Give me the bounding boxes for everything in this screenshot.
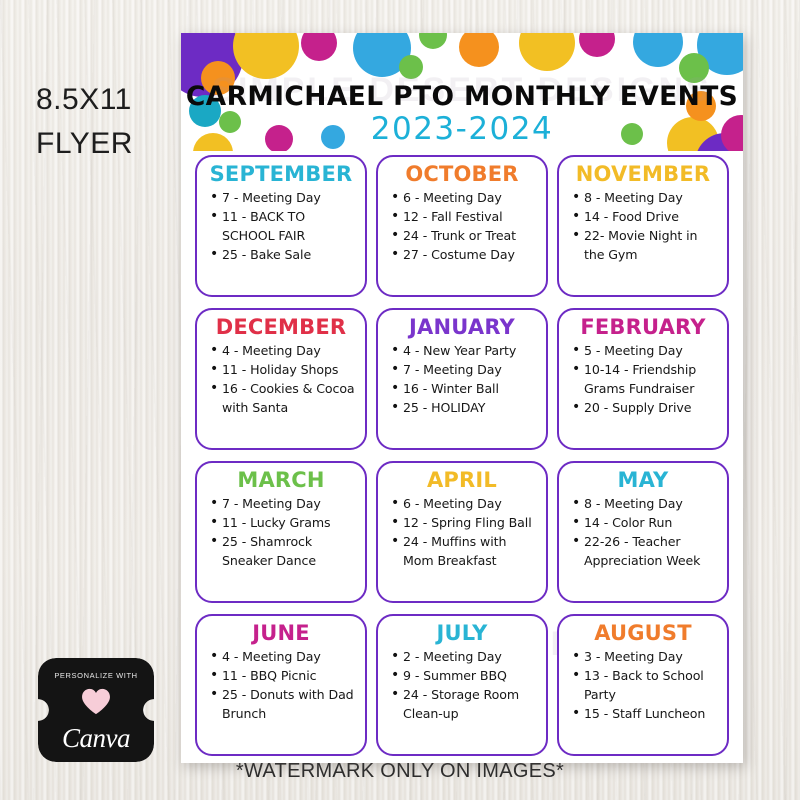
flyer-title: CARMICHAEL PTO MONTHLY EVENTS (185, 81, 739, 112)
month-event-item: 3 - Meeting Day (572, 646, 720, 667)
canva-brand-text: Canva (62, 723, 131, 753)
month-event-item: 5 - Meeting Day (572, 340, 720, 361)
month-event-item: 13 - Back to School Party (572, 665, 720, 704)
month-card-title: JULY (436, 621, 488, 645)
month-card: JULY2 - Meeting Day9 - Summer BBQ24 - St… (376, 614, 548, 756)
month-event-list: 4 - Meeting Day11 - BBQ Picnic25 - Donut… (202, 646, 360, 724)
month-card: JANUARY4 - New Year Party7 - Meeting Day… (376, 308, 548, 450)
month-event-item: 16 - Winter Ball (391, 378, 539, 399)
month-card-title: APRIL (426, 468, 497, 492)
month-event-item: 12 - Spring Fling Ball (391, 512, 539, 533)
confetti-dot (459, 33, 499, 67)
month-event-item: 22- Movie Night in the Gym (572, 225, 720, 264)
month-event-item: 11 - BACK TO SCHOOL FAIR (210, 206, 358, 245)
month-card-title: JANUARY (409, 315, 515, 339)
month-event-item: 8 - Meeting Day (572, 187, 720, 208)
canva-badge-top-text: PERSONALIZE WITH (54, 671, 138, 680)
flyer-sheet: SIMPLE DESERT DESIGNS SIMPLE DESERT DESI… (181, 33, 743, 763)
month-event-item: 7 - Meeting Day (210, 187, 358, 208)
month-event-item: 6 - Meeting Day (391, 187, 539, 208)
month-event-item: 11 - Lucky Grams (210, 512, 358, 533)
month-event-item: 15 - Staff Luncheon (572, 703, 720, 724)
confetti-dot (399, 55, 423, 79)
month-card: OCTOBER6 - Meeting Day12 - Fall Festival… (376, 155, 548, 297)
month-event-item: 4 - Meeting Day (210, 340, 358, 361)
confetti-dot (633, 33, 683, 67)
size-caption-line-1: 8.5X11 (36, 83, 132, 116)
month-event-item: 11 - Holiday Shops (210, 359, 358, 380)
month-card-title: MARCH (237, 468, 325, 492)
month-event-item: 10-14 - Friendship Grams Fundraiser (572, 359, 720, 398)
month-event-item: 2 - Meeting Day (391, 646, 539, 667)
month-event-item: 7 - Meeting Day (391, 359, 539, 380)
month-event-list: 3 - Meeting Day13 - Back to School Party… (564, 646, 722, 725)
month-card-title: SEPTEMBER (209, 162, 353, 186)
month-event-item: 24 - Storage Room Clean-up (391, 684, 539, 723)
month-card-title: DECEMBER (215, 315, 347, 339)
month-event-list: 7 - Meeting Day11 - Lucky Grams25 - Sham… (202, 493, 360, 571)
month-event-item: 25 - Donuts with Dad Brunch (210, 684, 358, 723)
month-event-item: 24 - Trunk or Treat (391, 225, 539, 246)
month-event-item: 27 - Costume Day (391, 244, 539, 265)
watermark-note: *WATERMARK ONLY ON IMAGES* (235, 760, 565, 782)
month-event-item: 25 - Shamrock Sneaker Dance (210, 531, 358, 570)
month-card: NOVEMBER8 - Meeting Day14 - Food Drive22… (557, 155, 729, 297)
month-event-item: 12 - Fall Festival (391, 206, 539, 227)
month-event-item: 4 - Meeting Day (210, 646, 358, 667)
canva-badge: PERSONALIZE WITH Canva (38, 658, 154, 762)
month-event-item: 25 - HOLIDAY (391, 397, 539, 418)
size-caption-line-2: FLYER (36, 126, 133, 160)
month-card: MARCH7 - Meeting Day11 - Lucky Grams25 -… (195, 461, 367, 603)
heart-icon (82, 688, 110, 715)
month-card: FEBRUARY5 - Meeting Day10-14 - Friendshi… (557, 308, 729, 450)
month-card: DECEMBER4 - Meeting Day11 - Holiday Shop… (195, 308, 367, 450)
month-event-item: 6 - Meeting Day (391, 493, 539, 514)
month-event-item: 4 - New Year Party (391, 340, 539, 361)
month-event-item: 20 - Supply Drive (572, 397, 720, 418)
month-event-list: 4 - New Year Party7 - Meeting Day16 - Wi… (383, 340, 541, 419)
month-event-item: 22-26 - Teacher Appreciation Week (572, 531, 720, 570)
size-caption: 8.5X11 FLYER (36, 78, 196, 165)
month-card: AUGUST3 - Meeting Day13 - Back to School… (557, 614, 729, 756)
month-card-title: JUNE (252, 621, 310, 645)
month-event-item: 7 - Meeting Day (210, 493, 358, 514)
month-card-title: AUGUST (594, 621, 692, 645)
month-event-list: 4 - Meeting Day11 - Holiday Shops16 - Co… (202, 340, 360, 418)
confetti-dot (579, 33, 615, 57)
month-event-item: 16 - Cookies & Cocoa with Santa (210, 378, 358, 417)
month-event-list: 8 - Meeting Day14 - Color Run22-26 - Tea… (564, 493, 722, 571)
confetti-dot (233, 33, 299, 79)
month-event-item: 14 - Color Run (572, 512, 720, 533)
month-event-list: 2 - Meeting Day9 - Summer BBQ24 - Storag… (383, 646, 541, 724)
month-card: SEPTEMBER7 - Meeting Day11 - BACK TO SCH… (195, 155, 367, 297)
month-event-item: 8 - Meeting Day (572, 493, 720, 514)
month-event-item: 11 - BBQ Picnic (210, 665, 358, 686)
confetti-dot (419, 33, 447, 49)
month-grid: SEPTEMBER7 - Meeting Day11 - BACK TO SCH… (195, 155, 729, 756)
month-card-title: OCTOBER (405, 162, 519, 186)
month-card-title: FEBRUARY (580, 315, 706, 339)
month-event-list: 8 - Meeting Day14 - Food Drive22- Movie … (564, 187, 722, 265)
month-event-item: 25 - Bake Sale (210, 244, 358, 265)
month-event-list: 7 - Meeting Day11 - BACK TO SCHOOL FAIR2… (202, 187, 360, 266)
month-card: APRIL6 - Meeting Day12 - Spring Fling Ba… (376, 461, 548, 603)
month-event-list: 6 - Meeting Day12 - Fall Festival24 - Tr… (383, 187, 541, 266)
confetti-dot (301, 33, 337, 61)
confetti-dot (679, 53, 709, 83)
month-card: JUNE4 - Meeting Day11 - BBQ Picnic25 - D… (195, 614, 367, 756)
month-card: MAY8 - Meeting Day14 - Color Run22-26 - … (557, 461, 729, 603)
month-event-list: 5 - Meeting Day10-14 - Friendship Grams … (564, 340, 722, 419)
month-card-title: NOVEMBER (575, 162, 711, 186)
month-event-item: 9 - Summer BBQ (391, 665, 539, 686)
month-event-list: 6 - Meeting Day12 - Spring Fling Ball24 … (383, 493, 541, 571)
month-event-item: 14 - Food Drive (572, 206, 720, 227)
confetti-dot (519, 33, 575, 71)
month-card-title: MAY (617, 468, 669, 492)
month-event-item: 24 - Muffins with Mom Breakfast (391, 531, 539, 570)
flyer-subtitle: 2023-2024 (370, 111, 554, 147)
